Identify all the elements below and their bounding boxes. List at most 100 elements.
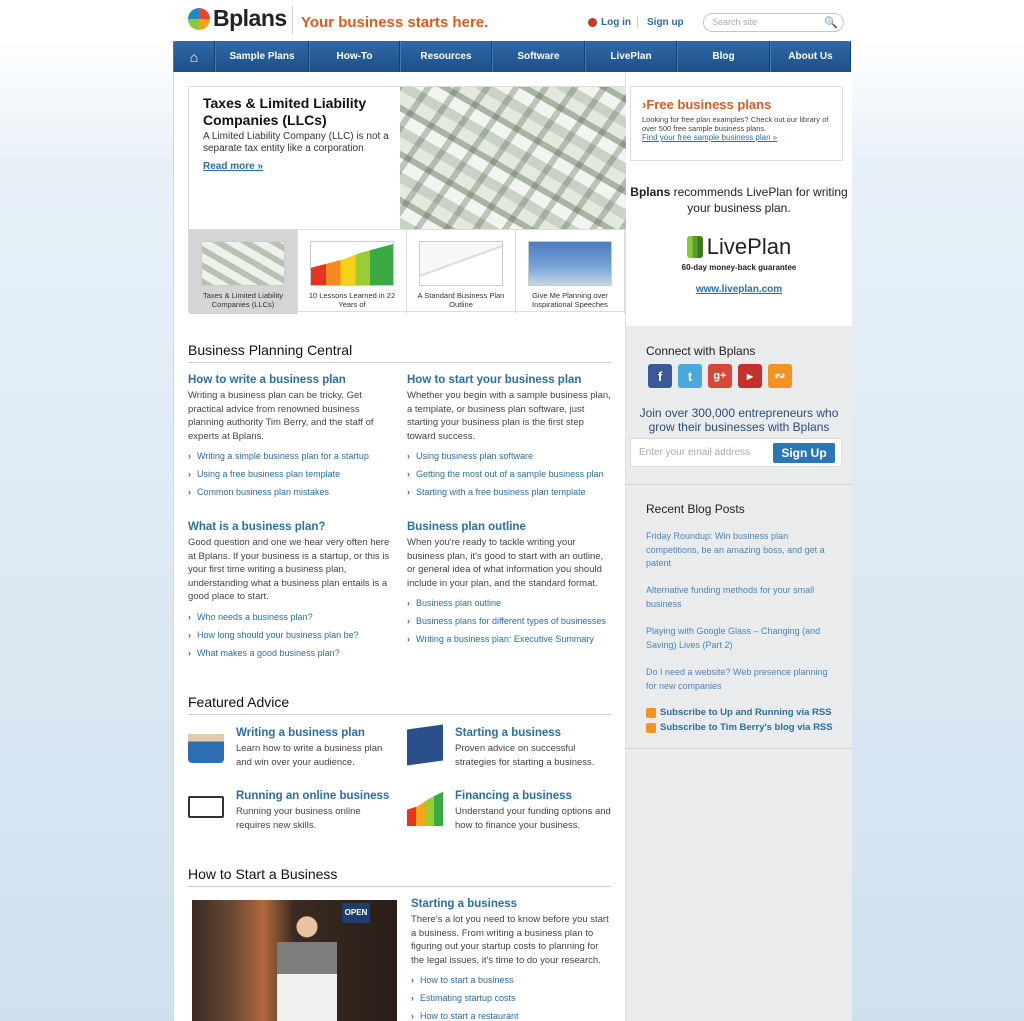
feature-description: A Limited Liability Company (LLC) is not… <box>203 131 389 154</box>
facebook-icon[interactable]: f <box>648 364 672 388</box>
login-link[interactable]: Log in <box>588 17 631 28</box>
bpc-link[interactable]: Using a free business plan template <box>188 469 393 479</box>
join-text: Join over 300,000 entrepreneurs who grow… <box>639 406 839 434</box>
open-sign-icon[interactable] <box>407 724 443 766</box>
thumbnail-caption: A Standard Business Plan Outline <box>417 291 505 309</box>
main-content: Taxes & Limited Liability Companies (LLC… <box>173 72 852 1021</box>
signup-link[interactable]: Sign up <box>647 17 684 28</box>
signup-button[interactable]: Sign Up <box>773 443 835 463</box>
bpc-link[interactable]: What makes a good business plan? <box>188 648 393 658</box>
thumbnail-image <box>419 241 503 286</box>
blog-post-link[interactable]: Alternative funding methods for your sma… <box>646 584 828 611</box>
rss-subscribe-link[interactable]: Subscribe to Up and Running via RSS <box>646 707 832 718</box>
bpc-link[interactable]: Starting with a free business plan templ… <box>407 487 612 497</box>
bpc-link[interactable]: Business plan outline <box>407 598 612 608</box>
thumbnail-image <box>310 241 394 286</box>
blog-post-link[interactable]: Playing with Google Glass – Changing (an… <box>646 625 828 652</box>
brand-name: Bplans <box>213 5 287 31</box>
nav-software[interactable]: Software <box>492 41 585 72</box>
free-plans-link[interactable]: Find your free sample business plan » <box>642 133 831 142</box>
nav-resources[interactable]: Resources <box>400 41 492 72</box>
blog-post-link[interactable]: Do I need a website? Web presence planni… <box>646 666 828 693</box>
section-title-howto: How to Start a Business <box>188 866 611 887</box>
search-input[interactable]: Search site 🔍 <box>703 13 844 32</box>
thumbnail-llc[interactable]: Taxes & Limited Liability Companies (LLC… <box>189 230 298 314</box>
bpc-link[interactable]: Using business plan software <box>407 451 612 461</box>
bpc-heading[interactable]: How to start your business plan <box>407 374 612 386</box>
main-nav: ⌂ Sample Plans How-To Resources Software… <box>173 41 851 72</box>
rss-icon <box>646 722 656 733</box>
bpc-text: Whether you begin with a sample business… <box>407 390 611 442</box>
youtube-icon[interactable]: ▶ <box>738 364 762 388</box>
howto-link[interactable]: Estimating startup costs <box>411 993 611 1003</box>
login-divider <box>637 16 638 28</box>
bpc-heading[interactable]: How to write a business plan <box>188 374 393 386</box>
nav-liveplan[interactable]: LivePlan <box>585 41 677 72</box>
free-plans-heading[interactable]: ›Free business plans <box>642 97 831 112</box>
nav-how-to[interactable]: How-To <box>309 41 400 72</box>
bpc-link[interactable]: Writing a business plan: Executive Summa… <box>407 634 612 644</box>
thumbnail-outline[interactable]: A Standard Business Plan Outline <box>407 230 516 314</box>
lock-icon <box>588 18 597 27</box>
thumbnail-caption: Give Me Planning over Inspirational Spee… <box>532 291 608 309</box>
liveplan-logo[interactable]: LivePlan <box>626 234 852 260</box>
feature-title[interactable]: Taxes & Limited Liability Companies (LLC… <box>203 95 393 129</box>
search-icon[interactable]: 🔍 <box>824 16 838 29</box>
bpc-heading[interactable]: What is a business plan? <box>188 521 393 533</box>
google-plus-icon[interactable]: g+ <box>708 364 732 388</box>
home-icon[interactable]: ⌂ <box>173 41 215 72</box>
bplans-logo[interactable]: Bplans <box>188 5 287 32</box>
bpc-link[interactable]: Who needs a business plan? <box>188 612 393 622</box>
social-icons: f t g+ ▶ ∾ <box>648 364 792 388</box>
thumbnail-image <box>201 241 285 286</box>
liveplan-url[interactable]: www.liveplan.com <box>626 284 852 295</box>
howto-heading[interactable]: Starting a business <box>411 898 611 910</box>
nav-sample-plans[interactable]: Sample Plans <box>215 41 309 72</box>
advice-heading[interactable]: Writing a business plan <box>236 727 393 739</box>
free-plans-text: Looking for free plan examples? Check ou… <box>642 115 829 133</box>
bpc-link[interactable]: How long should your business plan be? <box>188 630 393 640</box>
bpc-text: Writing a business plan can be tricky. G… <box>188 390 374 442</box>
carousel-thumbnails: Taxes & Limited Liability Companies (LLC… <box>189 229 626 314</box>
liveplan-leaf-icon <box>686 236 703 258</box>
nav-about-us[interactable]: About Us <box>770 41 851 72</box>
thumbnail-caption: Taxes & Limited Liability Companies (LLC… <box>202 291 284 309</box>
read-more-link[interactable]: Read more » <box>203 161 263 172</box>
bpc-link[interactable]: Business plans for different types of bu… <box>407 616 612 626</box>
rss-icon[interactable]: ∾ <box>768 364 792 388</box>
thumbnail-image <box>528 241 612 286</box>
bpc-link[interactable]: Getting the most out of a sample busines… <box>407 469 612 479</box>
search-placeholder: Search site <box>712 17 758 27</box>
laptop-icon[interactable] <box>188 796 224 818</box>
email-field[interactable]: Enter your email address <box>639 447 750 458</box>
howto-link[interactable]: How to start a restaurant <box>411 1011 611 1021</box>
thumbnail-planning[interactable]: Give Me Planning over Inspirational Spee… <box>516 230 625 314</box>
howto-link[interactable]: How to start a business <box>411 975 611 985</box>
liveplan-recommend: Bplans recommends LivePlan for writing y… <box>626 184 852 216</box>
bpc-heading[interactable]: Business plan outline <box>407 521 612 533</box>
rss-label: Subscribe to Up and Running via RSS <box>660 707 832 718</box>
person-icon[interactable] <box>188 727 224 763</box>
liveplan-logo-text: LivePlan <box>706 234 792 259</box>
advice-heading[interactable]: Starting a business <box>455 727 612 739</box>
bpc-link[interactable]: Common business plan mistakes <box>188 487 393 497</box>
advice-item: Running an online business Running your b… <box>188 790 393 832</box>
advice-text: Proven advice on successful strategies f… <box>455 743 595 768</box>
rss-subscribe-link[interactable]: Subscribe to Tim Berry's blog via RSS <box>646 722 833 733</box>
sidebar-divider <box>626 748 852 749</box>
feature-image[interactable] <box>400 87 626 229</box>
advice-heading[interactable]: Running an online business <box>236 790 393 802</box>
recent-posts-title: Recent Blog Posts <box>646 502 745 516</box>
feature-carousel: Taxes & Limited Liability Companies (LLC… <box>188 86 626 314</box>
thumbnail-lessons[interactable]: 10 Lessons Learned in 22 Years of <box>298 230 407 314</box>
growth-chart-icon[interactable] <box>407 791 443 826</box>
twitter-icon[interactable]: t <box>678 364 702 388</box>
bpc-link[interactable]: Writing a simple business plan for a sta… <box>188 451 393 461</box>
free-plans-box: ›Free business plans Looking for free pl… <box>630 86 843 161</box>
shop-owner-photo[interactable]: OPEN <box>192 900 397 1021</box>
blog-post-link[interactable]: Friday Roundup: Win business plan compet… <box>646 530 828 571</box>
nav-blog[interactable]: Blog <box>677 41 770 72</box>
advice-heading[interactable]: Financing a business <box>455 790 612 802</box>
free-plans-title: Free business plans <box>646 97 772 112</box>
bpc-block: What is a business plan? Good question a… <box>188 521 393 666</box>
